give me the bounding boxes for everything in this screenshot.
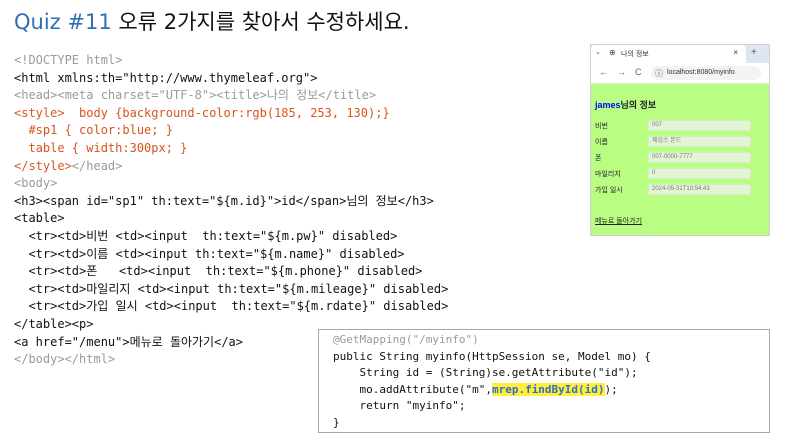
html-code-line: <tr><td>마일리지 <td><input th:text="${m.mil…: [14, 281, 448, 299]
code-token: <tr><td>마일리지 <td><input th:text="${m.mil…: [14, 281, 449, 296]
highlighted-code: mrep.findById(id): [491, 382, 605, 396]
code-token: </body></html>: [14, 352, 116, 367]
user-id: james: [595, 100, 621, 110]
row-label: 비번: [595, 123, 608, 130]
code-token: <tr><td>비번 <td><input th:text="${m.pw}" …: [14, 228, 398, 243]
reload-icon[interactable]: C: [635, 67, 642, 77]
page-heading: james님의 정보: [595, 98, 656, 111]
html-code-line: <head><meta charset="UTF-8"><title>나의 정보…: [14, 87, 448, 105]
code-token: );: [604, 382, 618, 396]
browser-window: ⌄ ⊕ 나의 정보 × + ← → C ⓘ localhost:8080/myi…: [590, 44, 770, 236]
java-code-line: String id = (String)se.getAttribute("id"…: [333, 365, 769, 382]
new-tab-icon[interactable]: +: [751, 47, 757, 58]
html-code-line: <tr><td>이름 <td><input th:text="${m.name}…: [14, 246, 448, 264]
html-code-block: <!DOCTYPE html> <html xmlns:th="http://ww…: [14, 52, 448, 369]
code-token: <a href="/menu">메뉴로 돌아가기</a>: [14, 334, 243, 349]
code-token: table { width:300px; }: [14, 140, 188, 155]
rdate-input: 2024-05-31T10:54:43: [648, 184, 751, 195]
row-label: 이름: [595, 139, 608, 146]
java-code-line: @GetMapping("/myinfo"): [333, 332, 769, 349]
tab-dropdown-icon[interactable]: ⌄: [595, 48, 601, 56]
browser-nav-bar: ← → C ⓘ localhost:8080/myinfo: [591, 63, 769, 84]
info-row-pw: 비번 007: [595, 120, 765, 131]
java-code-line: return "myinfo";: [333, 398, 769, 415]
code-token: <body>: [14, 176, 58, 191]
pw-input: 007: [648, 120, 751, 131]
code-token: <tr><td>폰 <td><input th:text="${m.phone}…: [14, 264, 423, 279]
code-token: <!DOCTYPE html>: [14, 53, 123, 67]
code-token: <style> body {background-color:rgb(185, …: [14, 105, 390, 120]
java-code-line: }: [333, 415, 769, 432]
globe-icon: ⊕: [609, 48, 616, 57]
site-info-icon[interactable]: ⓘ: [655, 68, 663, 79]
row-label: 폰: [595, 155, 602, 162]
name-input: 제임스 본드: [648, 136, 751, 147]
info-row-name: 이름 제임스 본드: [595, 136, 765, 147]
browser-tab[interactable]: ⌄ ⊕ 나의 정보 ×: [591, 45, 746, 63]
url-text: localhost:8080/myinfo: [667, 69, 735, 76]
code-token: <html xmlns:th="http://www.thymeleaf.org…: [14, 70, 318, 85]
code-token: @GetMapping("/myinfo"): [333, 333, 479, 346]
code-token: </table><p>: [14, 316, 94, 331]
code-token: <h3><span id="sp1" th:text="${m.id}">id<…: [14, 193, 434, 208]
html-code-line: <tr><td>폰 <td><input th:text="${m.phone}…: [14, 263, 448, 281]
code-token: mo.addAttribute("m",: [333, 382, 492, 396]
mileage-input: 0: [648, 168, 751, 179]
code-token: public String myinfo(HttpSession se, Mod…: [333, 349, 651, 363]
code-token: #sp1 { color:blue; }: [14, 123, 173, 138]
code-token: </head>: [71, 158, 123, 173]
row-label: 마일리지: [595, 171, 621, 178]
quiz-number: Quiz #11: [14, 10, 112, 34]
address-bar[interactable]: ⓘ localhost:8080/myinfo: [651, 66, 761, 80]
code-token: <tr><td>이름 <td><input th:text="${m.name}…: [14, 246, 405, 261]
row-label: 가입 일시: [595, 187, 623, 194]
quiz-instruction: 오류 2가지를 찾아서 수정하세요.: [118, 10, 410, 34]
code-token: return "myinfo";: [333, 399, 466, 412]
code-token: <table>: [14, 211, 65, 226]
code-token: String id = (String)se.getAttribute("id"…: [333, 366, 638, 379]
code-token: </style>: [14, 158, 72, 173]
html-code-line: <body>: [14, 175, 448, 193]
code-token: <head><meta charset="UTF-8"><title>나의 정보…: [14, 88, 377, 103]
html-code-line: <table>: [14, 210, 448, 228]
heading-suffix: 님의 정보: [620, 100, 657, 110]
html-code-line: table { width:300px; }: [14, 140, 448, 158]
html-code-line: </style></head>: [14, 158, 448, 176]
code-token: <tr><td>가입 일시 <td><input th:text="${m.rd…: [14, 299, 449, 314]
html-code-line: <style> body {background-color:rgb(185, …: [14, 105, 448, 123]
phone-input: 007-0000-7777: [648, 152, 751, 163]
forward-icon[interactable]: →: [617, 67, 626, 77]
close-icon[interactable]: ×: [733, 48, 738, 57]
html-code-line: <tr><td>비번 <td><input th:text="${m.pw}" …: [14, 228, 448, 246]
browser-tab-bar: ⌄ ⊕ 나의 정보 × +: [591, 45, 769, 63]
tab-title: 나의 정보: [621, 51, 649, 58]
html-code-line: <html xmlns:th="http://www.thymeleaf.org…: [14, 70, 448, 88]
html-code-line: <!DOCTYPE html>: [14, 52, 448, 70]
html-code-line: <h3><span id="sp1" th:text="${m.id}">id<…: [14, 193, 448, 211]
html-code-line: <tr><td>가입 일시 <td><input th:text="${m.rd…: [14, 298, 448, 316]
html-code-line: #sp1 { color:blue; }: [14, 122, 448, 140]
java-code-line: public String myinfo(HttpSession se, Mod…: [333, 349, 769, 366]
back-icon[interactable]: ←: [599, 67, 608, 77]
info-row-mileage: 마일리지 0: [595, 168, 765, 179]
info-row-rdate: 가입 일시 2024-05-31T10:54:43: [595, 184, 765, 195]
menu-link[interactable]: 메뉴로 돌아가기: [595, 216, 642, 226]
java-code-line: mo.addAttribute("m",mrep.findById(id));: [333, 382, 769, 399]
quiz-title: Quiz #11 오류 2가지를 찾아서 수정하세요.: [14, 6, 410, 34]
page-content: james님의 정보 비번 007 이름 제임스 본드 폰 007-0000-7…: [591, 84, 769, 235]
info-row-phone: 폰 007-0000-7777: [595, 152, 765, 163]
java-code-block: @GetMapping("/myinfo") public String myin…: [318, 329, 770, 433]
code-token: }: [333, 415, 340, 429]
